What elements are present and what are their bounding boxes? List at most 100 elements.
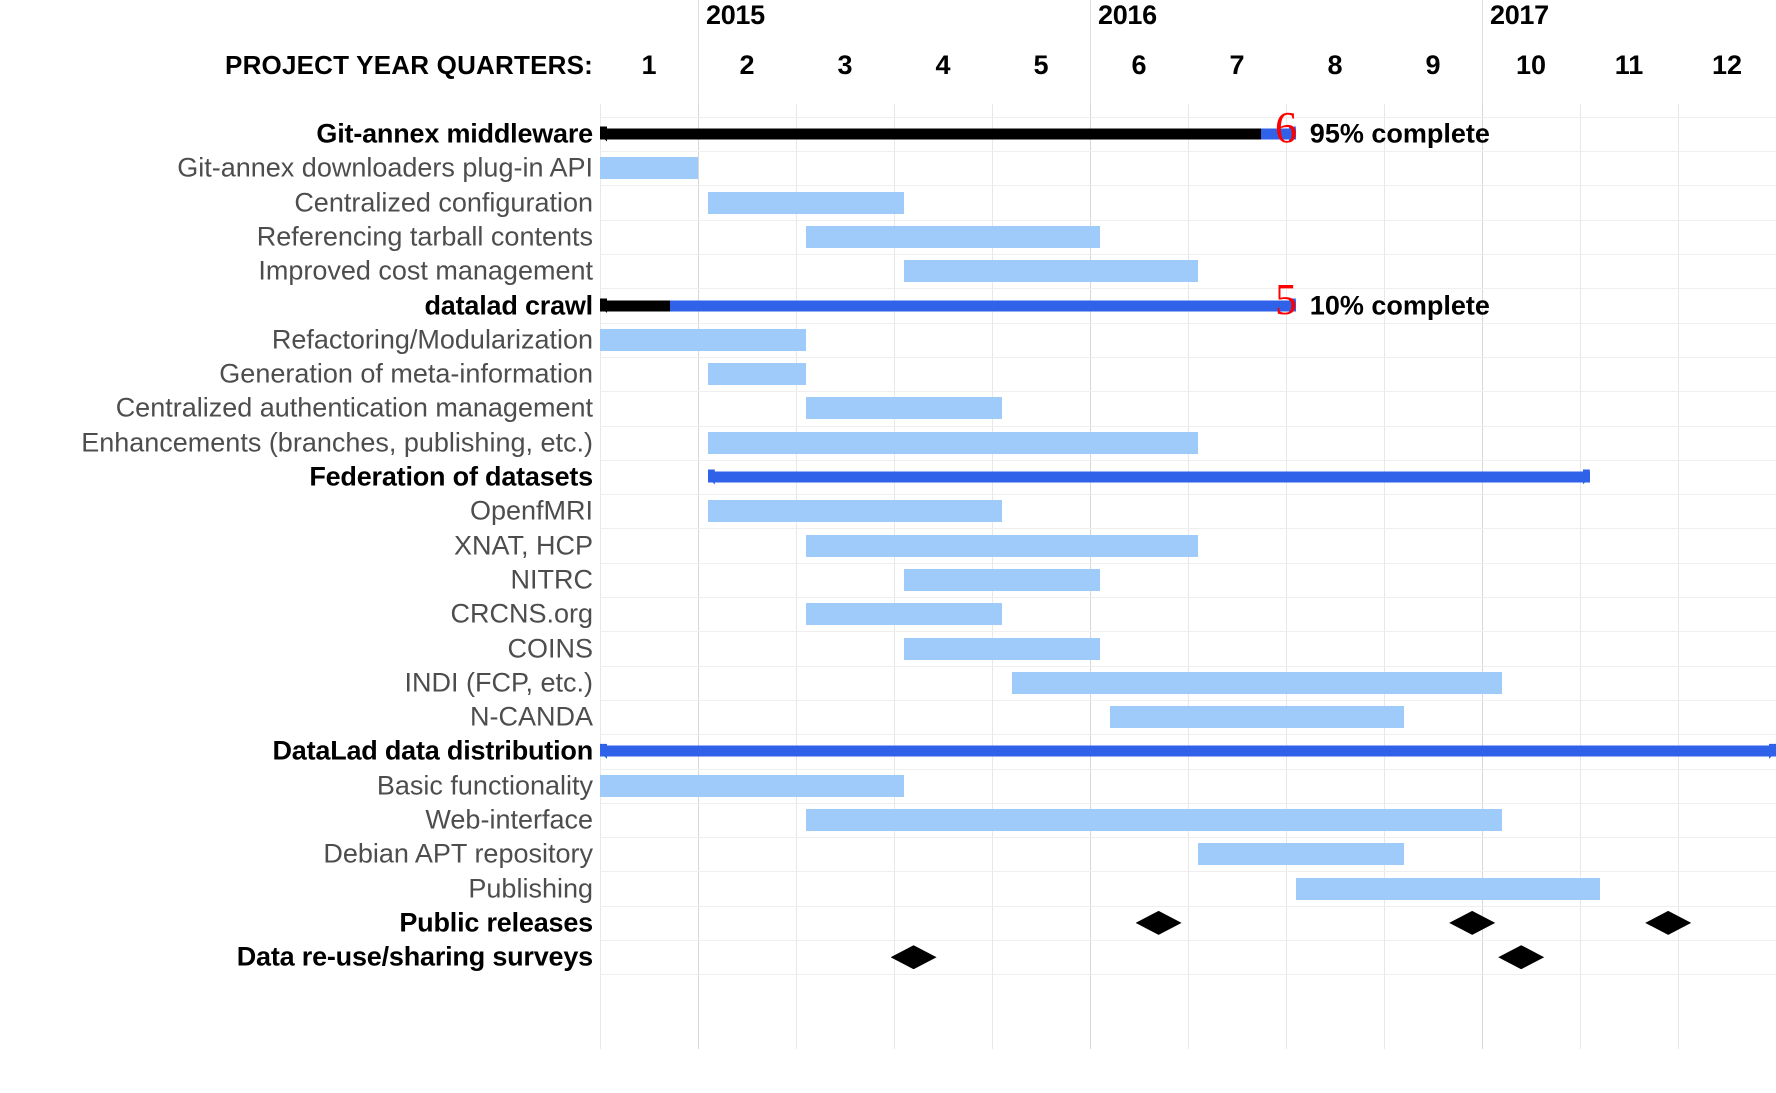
row-label[interactable]: INDI (FCP, etc.) — [404, 669, 593, 696]
row-label[interactable]: Improved cost management — [258, 257, 593, 285]
horizontal-gridline — [600, 185, 1776, 187]
row-label[interactable]: Debian APT repository — [323, 840, 593, 868]
task-bar[interactable] — [707, 363, 806, 386]
task-bar[interactable] — [1295, 877, 1600, 900]
vertical-gridline — [600, 104, 601, 1049]
row-label[interactable]: N-CANDA — [470, 703, 593, 731]
summary-bar[interactable] — [600, 126, 1296, 142]
task-bar[interactable] — [805, 603, 1002, 626]
row-label[interactable]: Enhancements (branches, publishing, etc.… — [81, 429, 593, 456]
plot-area: 95% complete 10% complete 6 5 — [600, 104, 1776, 1049]
row-label[interactable]: Git-annex downloaders plug-in API — [177, 154, 593, 182]
horizontal-gridline — [600, 562, 1776, 564]
task-bar[interactable] — [707, 500, 1002, 523]
horizontal-gridline — [600, 597, 1776, 599]
row-label[interactable]: Federation of datasets — [309, 463, 593, 491]
vertical-gridline — [1286, 104, 1287, 1049]
row-label[interactable]: Centralized configuration — [294, 189, 593, 216]
quarter-tick-3: 3 — [837, 50, 853, 80]
summary-bar[interactable] — [600, 743, 1776, 759]
summary-bar-track — [707, 471, 1590, 483]
row-label[interactable]: Web-interface — [425, 806, 593, 834]
horizontal-gridline — [600, 425, 1776, 427]
quarter-tick-2: 2 — [739, 50, 755, 80]
row-label[interactable]: Publishing — [468, 875, 593, 902]
milestone-diamond[interactable] — [890, 945, 937, 970]
row-label[interactable]: Refactoring/Modularization — [272, 326, 593, 353]
task-bar[interactable] — [805, 225, 1100, 248]
handwritten-annotation: 5 — [1275, 274, 1297, 324]
horizontal-gridline — [600, 219, 1776, 221]
milestone-diamond[interactable] — [1645, 910, 1692, 935]
horizontal-gridline — [600, 459, 1776, 461]
row-label[interactable]: Centralized authentication management — [116, 394, 593, 422]
horizontal-gridline — [600, 905, 1776, 907]
horizontal-gridline — [600, 665, 1776, 667]
row-label[interactable]: datalad crawl — [425, 292, 594, 319]
horizontal-gridline — [600, 699, 1776, 701]
quarter-tick-1: 1 — [641, 50, 657, 80]
row-label[interactable]: CRCNS.org — [450, 600, 593, 628]
quarter-tick-7: 7 — [1229, 50, 1245, 80]
percent-complete-label: 10% complete — [1309, 290, 1490, 320]
horizontal-gridline — [600, 837, 1776, 839]
task-bar[interactable] — [1197, 843, 1404, 866]
handwritten-annotation: 6 — [1275, 103, 1297, 152]
milestone-diamond[interactable] — [1449, 910, 1496, 935]
year-label: 2017 — [1490, 0, 1549, 30]
horizontal-gridline — [600, 734, 1776, 736]
quarter-tick-4: 4 — [935, 50, 951, 80]
row-label[interactable]: NITRC — [511, 566, 594, 593]
task-bar[interactable] — [903, 637, 1100, 660]
horizontal-gridline — [600, 494, 1776, 496]
summary-bar[interactable] — [707, 469, 1590, 485]
year-separator — [1090, 0, 1091, 104]
summary-bar[interactable] — [600, 298, 1296, 313]
vertical-gridline — [1188, 104, 1189, 1049]
task-bar[interactable] — [600, 328, 806, 351]
vertical-gridline — [698, 104, 699, 1049]
vertical-gridline — [1482, 104, 1483, 1049]
horizontal-gridline — [600, 871, 1776, 873]
vertical-gridline — [1384, 104, 1385, 1049]
horizontal-gridline — [600, 768, 1776, 770]
row-label[interactable]: Basic functionality — [377, 772, 593, 799]
horizontal-gridline — [600, 528, 1776, 530]
horizontal-gridline — [600, 116, 1776, 118]
task-bar[interactable] — [903, 568, 1100, 591]
task-bar[interactable] — [805, 534, 1198, 557]
horizontal-gridline — [600, 322, 1776, 324]
row-label[interactable]: Public releases — [399, 909, 593, 936]
row-label[interactable]: Referencing tarball contents — [257, 223, 593, 250]
year-label: 2016 — [1098, 0, 1157, 30]
horizontal-gridline — [600, 940, 1776, 942]
quarter-tick-8: 8 — [1327, 50, 1343, 80]
task-bar[interactable] — [600, 774, 904, 797]
row-label[interactable]: Data re-use/sharing surveys — [237, 943, 593, 971]
task-bar[interactable] — [1011, 671, 1502, 694]
horizontal-gridline — [600, 631, 1776, 633]
quarter-tick-6: 6 — [1131, 50, 1147, 80]
horizontal-gridline — [600, 802, 1776, 804]
row-label[interactable]: XNAT, HCP — [454, 532, 593, 559]
task-bar[interactable] — [707, 191, 904, 214]
row-label[interactable]: COINS — [507, 635, 593, 662]
year-separator — [1482, 0, 1483, 104]
summary-bar-progress — [600, 300, 670, 311]
milestone-diamond[interactable] — [1498, 945, 1545, 970]
row-label[interactable]: Generation of meta-information — [219, 360, 593, 388]
summary-bar-track — [600, 745, 1776, 757]
row-label[interactable]: DataLad data distribution — [272, 737, 593, 765]
milestone-diamond[interactable] — [1135, 910, 1182, 935]
quarter-tick-9: 9 — [1425, 50, 1441, 80]
year-separator — [698, 0, 699, 104]
row-label[interactable]: OpenfMRI — [470, 497, 593, 525]
row-label[interactable]: Git-annex middleware — [316, 120, 593, 148]
task-bar[interactable] — [903, 260, 1198, 283]
task-bar[interactable] — [1109, 706, 1404, 729]
task-bar[interactable] — [707, 431, 1198, 454]
task-bar[interactable] — [600, 157, 698, 180]
task-bar[interactable] — [805, 809, 1502, 831]
task-bar[interactable] — [805, 397, 1002, 420]
quarter-tick-10: 10 — [1515, 50, 1547, 80]
